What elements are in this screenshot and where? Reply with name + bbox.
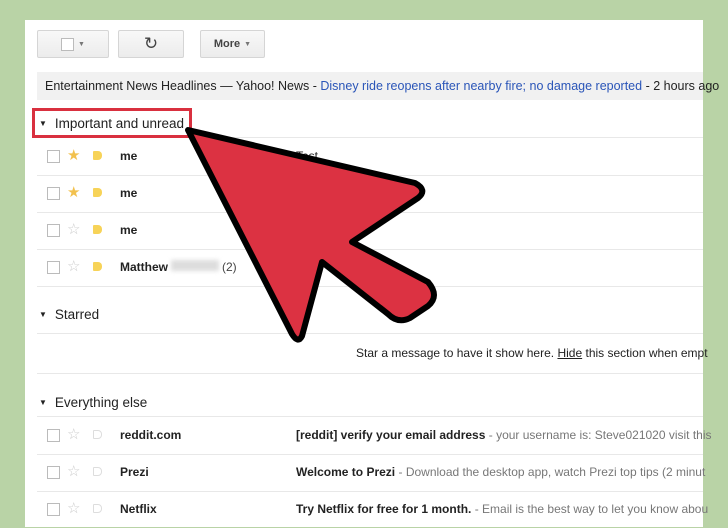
pointer-arrow-overlay xyxy=(185,127,437,343)
arrow-icon xyxy=(185,127,437,343)
